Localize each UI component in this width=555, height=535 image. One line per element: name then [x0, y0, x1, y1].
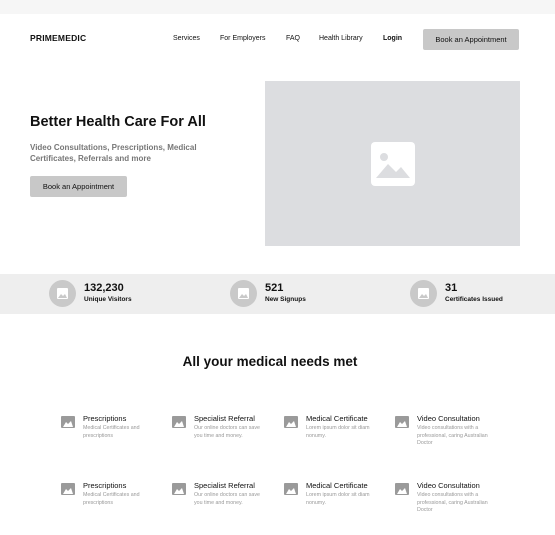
nav-book-appointment-button[interactable]: Book an Appointment [423, 29, 519, 50]
hero-title: Better Health Care For All [30, 114, 206, 130]
brand-logo[interactable]: PRIMEMEDIC [30, 33, 86, 43]
image-icon [172, 483, 186, 495]
service-description: Lorem ipsum dolor sit diam nonumy. [306, 492, 370, 506]
image-placeholder-icon [371, 142, 415, 186]
nav-link-services[interactable]: Services [173, 35, 200, 42]
nav-link-for-employers[interactable]: For Employers [220, 35, 266, 42]
image-icon [57, 288, 68, 299]
image-icon [395, 416, 409, 428]
image-icon [418, 288, 429, 299]
service-title: Prescriptions [83, 414, 127, 423]
image-icon [395, 483, 409, 495]
browser-top-strip [0, 0, 555, 14]
nav-link-faq[interactable]: FAQ [286, 35, 300, 42]
service-title: Medical Certificate [306, 481, 368, 490]
service-description: Our online doctors can save you time and… [194, 492, 260, 506]
image-icon [238, 288, 249, 299]
image-icon [61, 483, 75, 495]
hero-subtitle: Video Consultations, Prescriptions, Medi… [30, 143, 197, 163]
image-icon [284, 416, 298, 428]
stat-avatar [410, 280, 437, 307]
stat-label: Certificates Issued [445, 296, 503, 303]
hero-image-placeholder [265, 81, 520, 246]
services-section-title: All your medical needs met [182, 354, 358, 369]
stat-label: Unique Visitors [84, 296, 132, 303]
nav-link-login[interactable]: Login [383, 35, 402, 42]
top-navigation: PRIMEMEDIC Services For Employers FAQ He… [0, 14, 555, 64]
service-description: Our online doctors can save you time and… [194, 425, 260, 439]
service-description: Medical Certificates and prescriptions [83, 425, 140, 439]
service-title: Medical Certificate [306, 414, 368, 423]
stat-value: 31 [445, 282, 458, 294]
stat-value: 132,230 [84, 282, 124, 294]
service-title: Specialist Referral [194, 414, 255, 423]
stat-value: 521 [265, 282, 284, 294]
service-title: Video Consultation [417, 481, 480, 490]
service-title: Video Consultation [417, 414, 480, 423]
stat-avatar [49, 280, 76, 307]
service-description: Video consultations with a professional,… [417, 492, 488, 513]
service-description: Video consultations with a professional,… [417, 425, 488, 446]
service-title: Prescriptions [83, 481, 127, 490]
stats-bar: 132,230 Unique Visitors 521 New Signups … [0, 274, 555, 314]
image-icon [284, 483, 298, 495]
stat-label: New Signups [265, 296, 306, 303]
nav-link-health-library[interactable]: Health Library [319, 35, 363, 42]
service-description: Lorem ipsum dolor sit diam nonumy. [306, 425, 370, 439]
service-description: Medical Certificates and prescriptions [83, 492, 140, 506]
service-title: Specialist Referral [194, 481, 255, 490]
hero-book-appointment-button[interactable]: Book an Appointment [30, 176, 127, 197]
stat-avatar [230, 280, 257, 307]
image-icon [172, 416, 186, 428]
image-icon [61, 416, 75, 428]
